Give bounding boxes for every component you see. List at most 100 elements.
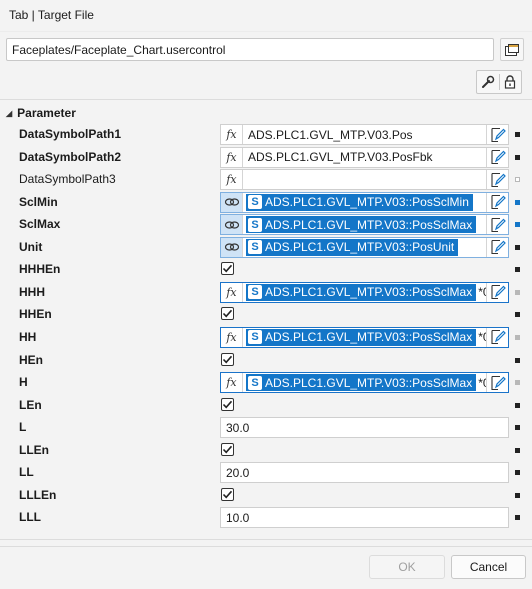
- symbol-chip[interactable]: S ADS.PLC1.GVL_MTP.V03::PosUnit: [246, 238, 459, 256]
- property-state-marker[interactable]: [515, 402, 520, 408]
- property-value-field[interactable]: S ADS.PLC1.GVL_MTP.V03::PosUnit: [220, 236, 509, 258]
- edit-value-button[interactable]: [486, 170, 508, 190]
- function-mode-button[interactable]: fx: [221, 147, 243, 167]
- property-checkbox[interactable]: [221, 352, 234, 366]
- property-value-input[interactable]: 30.0: [220, 417, 509, 439]
- property-checkbox[interactable]: [221, 262, 234, 276]
- cancel-button[interactable]: Cancel: [451, 555, 526, 579]
- property-row-len: LEn: [0, 394, 532, 417]
- edit-value-button[interactable]: [486, 373, 508, 393]
- wrench-button[interactable]: [477, 71, 499, 93]
- edit-value-button[interactable]: [486, 147, 508, 167]
- symbol-chip[interactable]: S ADS.PLC1.GVL_MTP.V03::PosSclMax: [246, 216, 477, 234]
- property-state-marker[interactable]: [515, 425, 520, 431]
- property-label: SclMin: [19, 194, 58, 209]
- property-state-marker[interactable]: [515, 492, 520, 498]
- grid-bottom-divider: [0, 539, 532, 540]
- symbol-icon: S: [248, 285, 262, 300]
- property-row-hh: HHfxSADS.PLC1.GVL_MTP.V03::PosSclMax*0.8: [0, 326, 532, 349]
- property-row-unit: Unit S ADS.PLC1.GVL_MTP.V03::PosUnit: [0, 236, 532, 259]
- symbol-text: ADS.PLC1.GVL_MTP.V03::PosSclMin: [265, 195, 469, 210]
- browse-button[interactable]: [500, 38, 524, 61]
- function-mode-button[interactable]: fx: [221, 282, 243, 302]
- section-title: Parameter: [17, 106, 76, 120]
- property-row-hhh: HHHfxSADS.PLC1.GVL_MTP.V03::PosSclMax*0.…: [0, 281, 532, 304]
- function-mode-button[interactable]: fx: [221, 373, 243, 393]
- ok-button[interactable]: OK: [369, 555, 445, 579]
- property-row-h: HfxSADS.PLC1.GVL_MTP.V03::PosSclMax*0.7: [0, 371, 532, 394]
- browse-icon: [505, 43, 519, 56]
- property-label: HEn: [19, 352, 43, 367]
- property-value-field[interactable]: fx: [220, 169, 509, 191]
- symbol-chip[interactable]: S ADS.PLC1.GVL_MTP.V03::PosSclMax: [246, 328, 477, 346]
- property-checkbox[interactable]: [221, 442, 234, 456]
- property-row-llen: LLEn: [0, 439, 532, 462]
- edit-icon: [490, 217, 506, 232]
- function-mode-button[interactable]: fx: [221, 170, 243, 190]
- divider: [0, 99, 532, 100]
- property-label: LLLEn: [19, 487, 57, 502]
- property-row-lllen: LLLEn: [0, 484, 532, 507]
- fx-icon: fx: [226, 376, 237, 390]
- property-value-field[interactable]: fxSADS.PLC1.GVL_MTP.V03::PosSclMax*0.8: [220, 326, 509, 348]
- property-checkbox[interactable]: [221, 487, 234, 501]
- lock-button[interactable]: [500, 71, 522, 93]
- property-state-marker[interactable]: [515, 515, 520, 521]
- property-value-field[interactable]: fxSADS.PLC1.GVL_MTP.V03::PosSclMax*0.9: [220, 281, 509, 303]
- property-state-marker[interactable]: [515, 357, 520, 363]
- property-state-marker[interactable]: [515, 244, 520, 250]
- property-state-marker[interactable]: [515, 334, 520, 340]
- symbol-chip[interactable]: S ADS.PLC1.GVL_MTP.V03::PosSclMax: [246, 374, 477, 392]
- property-state-marker[interactable]: [515, 199, 520, 205]
- property-state-marker[interactable]: [515, 289, 520, 295]
- property-state-marker[interactable]: [515, 380, 520, 386]
- edit-value-button[interactable]: [486, 327, 508, 347]
- property-state-marker[interactable]: [515, 154, 520, 160]
- property-value-field[interactable]: S ADS.PLC1.GVL_MTP.V03::PosSclMin: [220, 191, 509, 213]
- property-state-marker[interactable]: [515, 267, 520, 273]
- property-value-field[interactable]: fx ADS.PLC1.GVL_MTP.V03.Pos: [220, 124, 509, 145]
- symbol-icon: S: [248, 330, 262, 345]
- link-mode-button[interactable]: [221, 237, 243, 257]
- function-mode-button[interactable]: fx: [221, 327, 243, 347]
- edit-icon: [490, 285, 506, 300]
- property-state-marker[interactable]: [515, 132, 520, 137]
- property-state-marker[interactable]: [515, 222, 520, 228]
- property-label: Unit: [19, 239, 43, 254]
- property-value-input[interactable]: 10.0: [220, 507, 509, 529]
- property-label: HHEn: [19, 307, 52, 322]
- property-label: HHH: [19, 284, 45, 299]
- symbol-chip[interactable]: S ADS.PLC1.GVL_MTP.V03::PosSclMin: [246, 193, 473, 211]
- function-mode-button[interactable]: fx: [221, 125, 243, 144]
- property-value-field[interactable]: S ADS.PLC1.GVL_MTP.V03::PosSclMax: [220, 214, 509, 236]
- property-state-marker[interactable]: [515, 312, 520, 318]
- edit-icon: [490, 127, 506, 142]
- property-state-marker[interactable]: [515, 177, 520, 183]
- property-state-marker[interactable]: [515, 447, 520, 453]
- property-value-field[interactable]: fxSADS.PLC1.GVL_MTP.V03::PosSclMax*0.7: [220, 372, 509, 394]
- property-label: L: [19, 420, 27, 435]
- property-checkbox[interactable]: [221, 397, 234, 411]
- link-mode-button[interactable]: [221, 215, 243, 235]
- edit-value-button[interactable]: [486, 215, 508, 235]
- edit-icon: [490, 240, 506, 255]
- edit-icon: [490, 172, 506, 187]
- edit-value-button[interactable]: [486, 192, 508, 212]
- symbol-chip[interactable]: S ADS.PLC1.GVL_MTP.V03::PosSclMax: [246, 283, 477, 301]
- edit-value-button[interactable]: [486, 237, 508, 257]
- symbol-text: ADS.PLC1.GVL_MTP.V03::PosSclMax: [265, 285, 473, 300]
- property-row-ll: LL 20.0: [0, 461, 532, 484]
- edit-value-button[interactable]: [486, 125, 508, 144]
- property-value-input[interactable]: 20.0: [220, 462, 509, 484]
- property-value-field[interactable]: fx ADS.PLC1.GVL_MTP.V03.PosFbk: [220, 146, 509, 168]
- edit-icon: [490, 149, 506, 165]
- edit-value-button[interactable]: [486, 282, 508, 302]
- parameter-section-header[interactable]: ◢ Parameter: [0, 104, 532, 122]
- property-checkbox[interactable]: [221, 307, 234, 321]
- target-path-input[interactable]: Faceplates/Faceplate_Chart.usercontrol: [6, 38, 494, 61]
- collapse-triangle-icon: ◢: [6, 108, 13, 118]
- property-state-marker[interactable]: [515, 470, 520, 476]
- link-mode-button[interactable]: [221, 192, 243, 212]
- edit-icon: [490, 330, 506, 345]
- property-label: HHHEn: [19, 262, 61, 277]
